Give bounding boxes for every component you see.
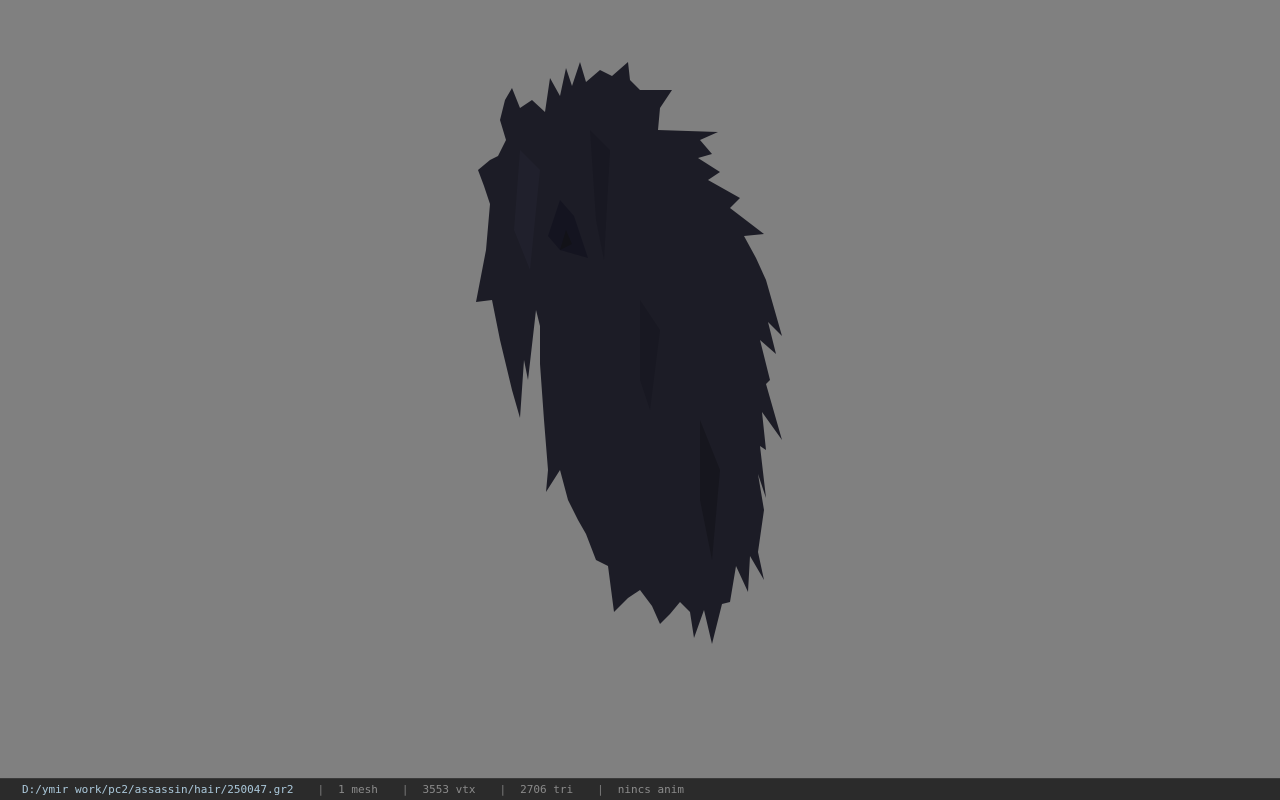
file-path: D:/ymir work/pc2/assassin/hair/250047.gr… (22, 783, 294, 796)
mesh-count: 1 mesh (338, 783, 378, 796)
separator: | (499, 783, 507, 796)
status-bar: D:/ymir work/pc2/assassin/hair/250047.gr… (0, 778, 1280, 800)
hair-mesh (476, 62, 782, 644)
animation-status: nincs anim (617, 783, 684, 796)
separator: | (597, 783, 604, 796)
separator: | (317, 783, 325, 796)
vertex-count: 3553 vtx (422, 783, 476, 796)
hair-model-render (476, 62, 782, 644)
3d-viewport[interactable] (0, 0, 1280, 778)
separator: | (401, 783, 409, 796)
triangle-count: 2706 tri (520, 783, 574, 796)
